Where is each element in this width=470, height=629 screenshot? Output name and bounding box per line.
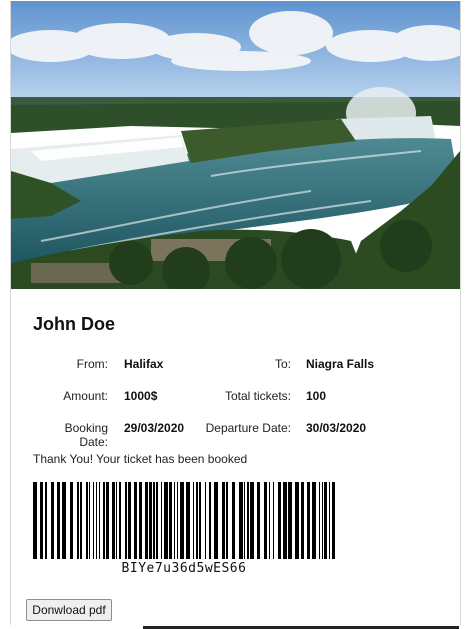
barcode-bar	[205, 482, 206, 559]
barcode-bar	[324, 482, 327, 559]
barcode-bar	[33, 482, 37, 559]
booking-date-value: 29/03/2020	[124, 421, 185, 435]
from-label: From:	[76, 357, 108, 371]
barcode-bar	[45, 482, 47, 559]
barcode-bar	[99, 482, 100, 559]
passenger-name: John Doe	[33, 314, 116, 334]
booking-confirmation-message: Thank You! Your ticket has been booked	[33, 452, 248, 466]
barcode-bar	[312, 482, 316, 559]
barcode-bar	[273, 482, 274, 559]
barcode-bar	[196, 482, 198, 559]
barcode-bar	[145, 482, 148, 559]
barcode-bar	[301, 482, 304, 559]
download-pdf-button[interactable]: Donwload pdf	[26, 599, 112, 621]
barcode-bar	[153, 482, 155, 559]
barcode-bar	[169, 482, 172, 559]
barcode-bar	[332, 482, 335, 559]
barcode-bar	[288, 482, 292, 559]
from-value: Halifax	[124, 357, 164, 371]
barcode-bar	[250, 482, 254, 559]
barcode-bar	[209, 482, 211, 559]
barcode-bar	[174, 482, 175, 559]
barcode-bar	[329, 482, 330, 559]
barcode-bar	[161, 482, 162, 559]
barcode-bar	[93, 482, 94, 559]
barcode-bar	[112, 482, 115, 559]
barcode-bar	[247, 482, 249, 559]
barcode-bar	[128, 482, 131, 559]
barcode-bar	[214, 482, 218, 559]
barcode-bar	[180, 482, 184, 559]
barcode-bar	[244, 482, 245, 559]
barcode-bar	[264, 482, 267, 559]
to-value: Niagra Falls	[306, 357, 375, 371]
barcode-bar	[134, 482, 137, 559]
barcode-bar	[164, 482, 168, 559]
barcode-bar	[125, 482, 127, 559]
barcode-bar	[70, 482, 73, 559]
barcode-bar	[106, 482, 109, 559]
barcode-bar	[62, 482, 66, 559]
barcode-bar	[232, 482, 235, 559]
barcode-bar	[89, 482, 90, 559]
total-tickets-label: Total tickets:	[224, 389, 291, 403]
barcode-bar	[57, 482, 60, 559]
barcode-bar	[186, 482, 190, 559]
barcode-bar	[239, 482, 243, 559]
barcode-bar	[257, 482, 260, 559]
barcode-bar	[149, 482, 152, 559]
barcode-bar	[116, 482, 117, 559]
barcode-bar	[278, 482, 281, 559]
barcode-bar	[177, 482, 178, 559]
barcode-bar	[319, 482, 320, 559]
to-label: To:	[274, 357, 291, 371]
barcode-bar	[222, 482, 225, 559]
barcode-bar	[199, 482, 201, 559]
barcode-bar	[322, 482, 323, 559]
barcode-bar	[103, 482, 105, 559]
amount-value: 1000$	[124, 389, 158, 403]
amount-label: Amount:	[63, 389, 108, 403]
barcode-bar	[156, 482, 158, 559]
ticket-card: John Doe From: Halifax To: Niagra Falls …	[10, 1, 461, 625]
booking-date-label: Booking Date:	[64, 421, 108, 449]
barcode-bar	[269, 482, 270, 559]
barcode-bar	[77, 482, 79, 559]
barcode-bar	[40, 482, 43, 559]
departure-date-value: 30/03/2020	[306, 421, 367, 435]
barcode-bar	[96, 482, 97, 559]
barcode-bar	[51, 482, 54, 559]
barcode-code: BIYe7u36d5wES66	[121, 561, 247, 576]
barcode-bar	[226, 482, 228, 559]
total-tickets-value: 100	[306, 389, 327, 403]
barcode-bar	[307, 482, 310, 559]
barcode-bar	[283, 482, 287, 559]
barcode-bar	[80, 482, 82, 559]
barcode	[33, 482, 335, 559]
departure-date-label: Departure Date:	[205, 421, 291, 435]
barcode-bar	[86, 482, 88, 559]
barcode-bar	[139, 482, 142, 559]
barcode-bar	[119, 482, 121, 559]
niagara-falls-photo	[11, 1, 460, 289]
barcode-bar	[193, 482, 194, 559]
barcode-bar	[295, 482, 299, 559]
